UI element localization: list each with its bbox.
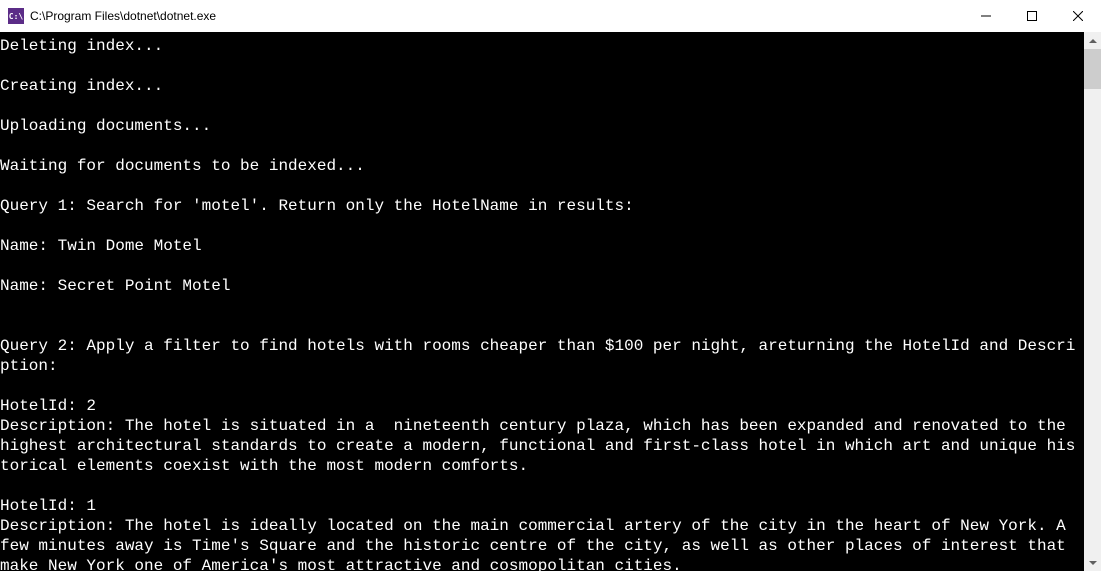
maximize-button[interactable] xyxy=(1009,0,1055,32)
close-button[interactable] xyxy=(1055,0,1101,32)
minimize-button[interactable] xyxy=(963,0,1009,32)
window-title: C:\Program Files\dotnet\dotnet.exe xyxy=(30,9,963,23)
terminal-wrapper: Deleting index... Creating index... Uplo… xyxy=(0,32,1101,571)
titlebar[interactable]: C:\ C:\Program Files\dotnet\dotnet.exe xyxy=(0,0,1101,32)
window-controls xyxy=(963,0,1101,32)
scroll-thumb[interactable] xyxy=(1084,49,1101,89)
app-icon: C:\ xyxy=(8,8,24,24)
scroll-down-arrow[interactable] xyxy=(1084,554,1101,571)
terminal-output[interactable]: Deleting index... Creating index... Uplo… xyxy=(0,32,1084,571)
scroll-track[interactable] xyxy=(1084,49,1101,554)
vertical-scrollbar[interactable] xyxy=(1084,32,1101,571)
scroll-up-arrow[interactable] xyxy=(1084,32,1101,49)
